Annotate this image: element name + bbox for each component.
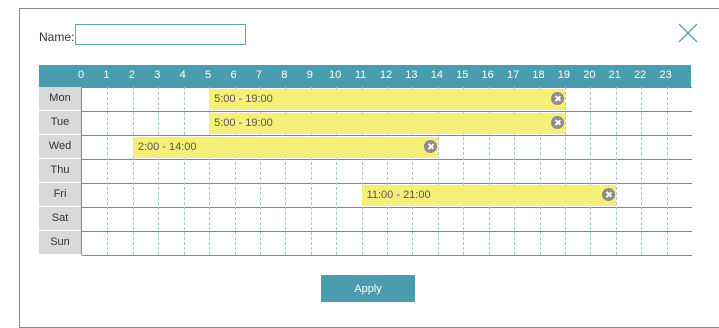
hour-label: 21 — [608, 69, 621, 81]
hour-label: 8 — [281, 69, 288, 81]
hour-header: 0 1 2 3 4 5 6 7 8 9 10 11 12 13 14 15 16 17 18 19 20 21 22 23 — [39, 65, 691, 87]
day-label: Sat — [39, 207, 81, 230]
hour-label: 6 — [230, 69, 237, 81]
hour-label: 11 — [354, 69, 367, 81]
hour-label: 23 — [659, 69, 672, 81]
hour-label: 5 — [205, 69, 212, 81]
grid-hour-line — [666, 87, 668, 255]
grid-hour-line — [183, 87, 185, 255]
grid-hour-line — [641, 87, 643, 255]
schedule-slot-mon[interactable]: 5:00 - 19:00 — [209, 88, 565, 110]
day-label: Sun — [39, 231, 81, 254]
schedule-slot-label: 5:00 - 19:00 — [214, 116, 273, 129]
hour-label: 2 — [128, 69, 135, 81]
grid-hour-line — [158, 87, 160, 255]
hour-label: 12 — [379, 69, 393, 81]
hour-label: 15 — [456, 69, 469, 81]
schedule-slot-label: 2:00 - 14:00 — [137, 140, 197, 153]
hour-label: 1 — [103, 69, 110, 81]
hour-label: 14 — [430, 69, 443, 81]
grid-hour-line — [132, 87, 134, 255]
apply-button[interactable]: Apply — [321, 275, 415, 302]
schedule-slot-wed[interactable]: 2:00 - 14:00 — [132, 136, 438, 158]
hour-label: 4 — [179, 69, 186, 81]
hour-label: 22 — [634, 69, 647, 81]
day-label: Fri — [39, 183, 81, 206]
day-label: Thu — [39, 159, 81, 182]
schedule-slot-label: 11:00 - 21:00 — [366, 188, 431, 201]
hour-label: 10 — [329, 69, 342, 81]
day-label: Wed — [39, 135, 81, 158]
schedule-slot-tue[interactable]: 5:00 - 19:00 — [209, 112, 565, 134]
schedule-dialog: Name: 0 1 2 3 4 5 6 7 8 9 10 11 12 13 14 15 16 17 18 19 20 21… — [19, 8, 719, 328]
hour-label: 13 — [405, 69, 418, 81]
name-input[interactable] — [75, 24, 246, 45]
hour-label: 9 — [306, 69, 313, 81]
schedule-slot-label: 5:00 - 19:00 — [214, 92, 273, 105]
hour-label: 20 — [583, 69, 596, 81]
hour-label: 3 — [154, 69, 161, 81]
close-icon[interactable] — [677, 22, 699, 44]
hour-label: 7 — [255, 69, 262, 81]
hour-label: 0 — [77, 69, 85, 81]
hour-label: 17 — [506, 69, 520, 81]
schedule-slot-fri[interactable]: 11:00 - 21:00 — [361, 184, 616, 206]
grid-hour-line — [107, 87, 109, 255]
day-label: Tue — [39, 111, 81, 134]
grid-hour-line — [564, 87, 566, 255]
hour-label: 16 — [481, 69, 494, 81]
hour-label: 18 — [532, 69, 545, 81]
name-label: Name: — [39, 30, 75, 44]
grid-hour-line — [590, 87, 592, 255]
hour-label: 19 — [557, 69, 571, 81]
day-label: Mon — [39, 87, 81, 110]
grid-hour-line — [615, 87, 617, 255]
grid-row-line — [82, 255, 692, 256]
schedule-grid[interactable]: 5:00 - 19:00 5:00 - 19:00 2:00 - 14:00 11:0… — [81, 87, 692, 256]
